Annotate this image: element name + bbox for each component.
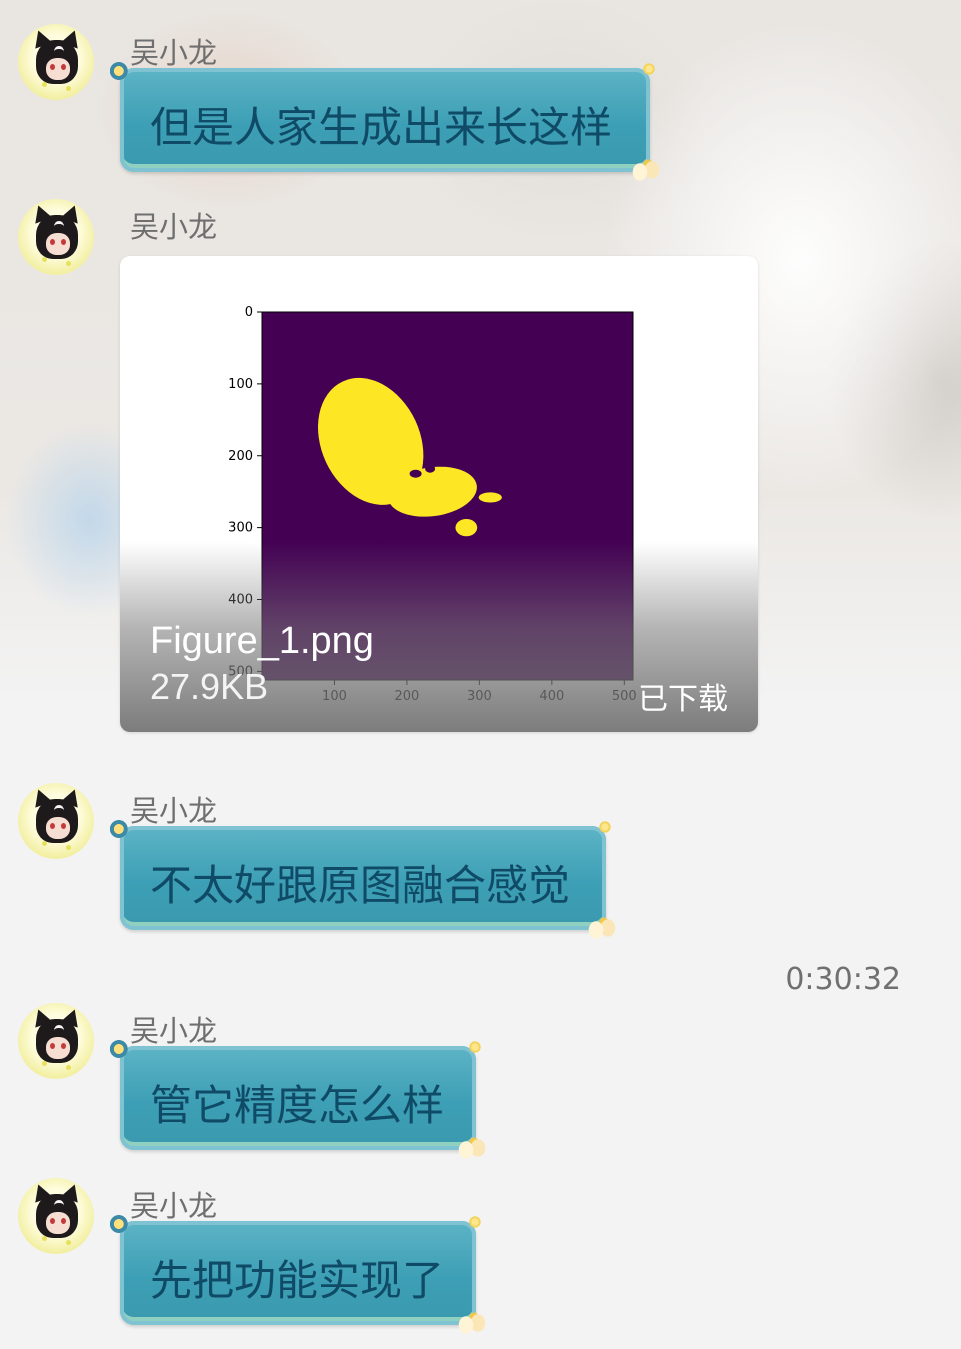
sender-name: 吴小龙	[130, 1014, 218, 1048]
message-bubble[interactable]: 管它精度怎么样	[110, 1040, 492, 1164]
mask-hole	[409, 469, 422, 478]
message-text: 不太好跟原图融合感觉	[150, 861, 571, 910]
message-text: 先把功能实现了	[150, 1256, 445, 1305]
y-tick-label: 0	[245, 305, 253, 320]
timestamp: 0:30:32	[785, 962, 901, 997]
download-status: 已下载	[638, 682, 728, 717]
avatar[interactable]	[18, 24, 94, 100]
message-bubble[interactable]: 不太好跟原图融合感觉	[110, 820, 622, 944]
mask-hole	[425, 464, 436, 473]
sender-name: 吴小龙	[130, 1189, 218, 1223]
sender-name: 吴小龙	[130, 36, 218, 70]
y-tick-label: 200	[228, 449, 253, 464]
file-attachment[interactable]: 0100200300400500100200300400500 Figure_1…	[120, 256, 758, 732]
y-tick-label: 300	[228, 521, 253, 536]
avatar[interactable]	[18, 1003, 94, 1079]
y-tick-label: 100	[228, 377, 253, 392]
mask-region	[455, 519, 478, 537]
message-text: 但是人家生成出来长这样	[150, 103, 613, 152]
avatar[interactable]	[18, 783, 94, 859]
sender-name: 吴小龙	[130, 210, 218, 244]
avatar[interactable]	[18, 1178, 94, 1254]
file-name: Figure_1.png	[150, 620, 374, 662]
file-size: 27.9KB	[150, 666, 269, 707]
sender-name: 吴小龙	[130, 794, 218, 828]
message-text: 管它精度怎么样	[150, 1081, 445, 1130]
message-bubble[interactable]: 先把功能实现了	[110, 1215, 492, 1339]
avatar[interactable]	[18, 199, 94, 275]
mask-region	[478, 492, 502, 503]
message-bubble[interactable]: 但是人家生成出来长这样	[110, 62, 666, 186]
